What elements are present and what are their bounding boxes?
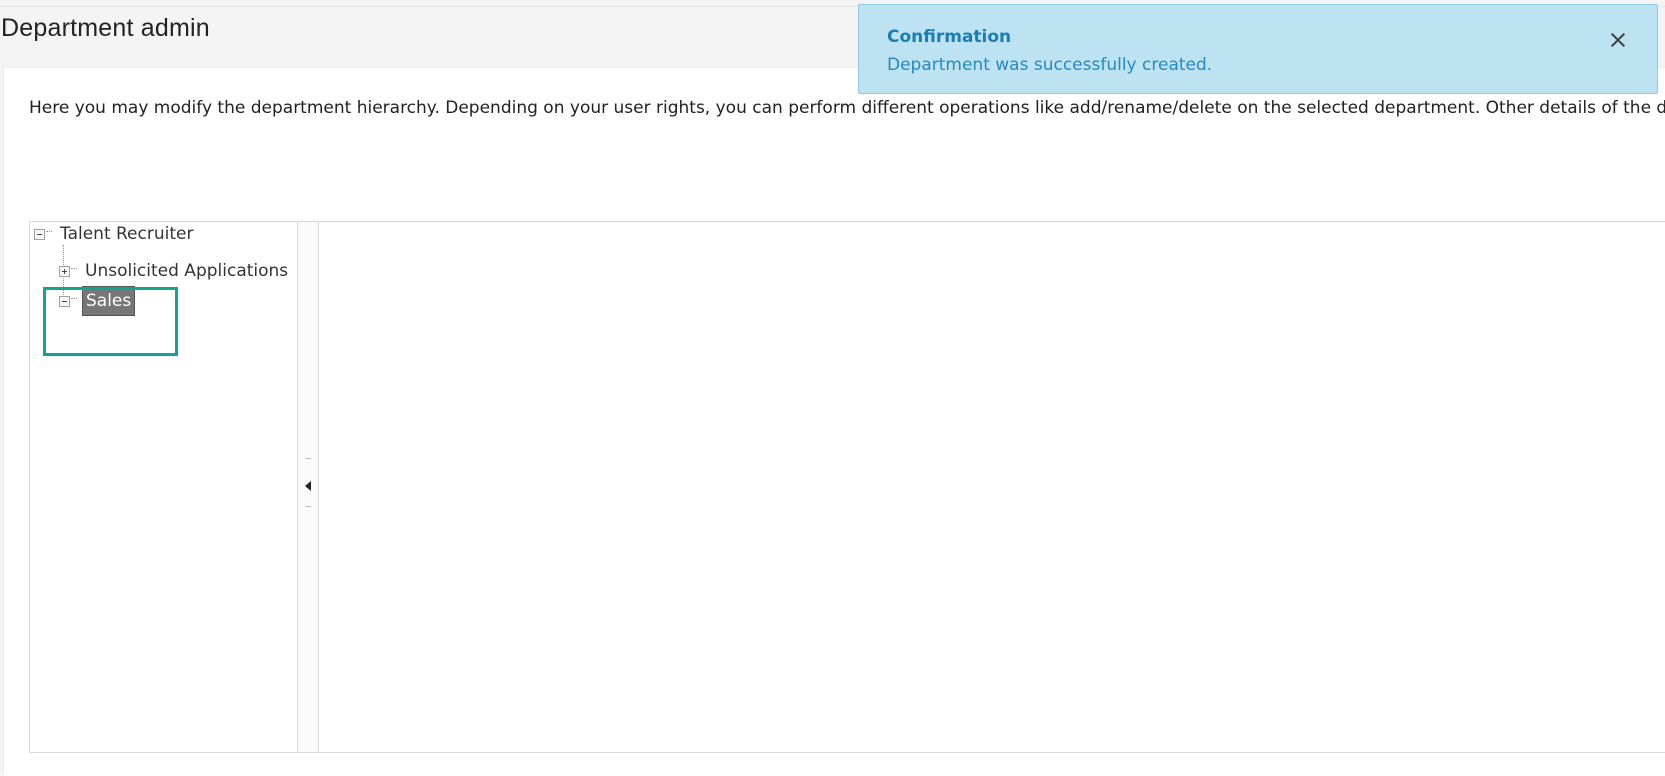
splitter-grip [306, 458, 311, 459]
splitter-grip [306, 506, 311, 507]
tree-node-talent-recruiter: Talent Recruiter [34, 222, 196, 246]
tree-node-label[interactable]: Talent Recruiter [57, 222, 196, 246]
tree-node-unsolicited-applications: Unsolicited Applications [59, 259, 291, 283]
minus-square-icon[interactable] [59, 295, 70, 307]
tree-dots [71, 297, 77, 299]
triangle-left-icon[interactable] [305, 481, 311, 491]
minus-square-icon[interactable] [34, 228, 45, 240]
page-title: Department admin [1, 14, 210, 42]
page-description: Here you may modify the department hiera… [29, 98, 1665, 118]
notification-message: Department was successfully created. [887, 55, 1213, 75]
close-icon[interactable] [1607, 29, 1629, 51]
tree-node-sales: Sales [59, 286, 136, 316]
department-tree: Talent Recruiter Unsolicited Application… [30, 222, 297, 752]
splitter-bar[interactable] [297, 222, 319, 752]
department-splitter: Talent Recruiter Unsolicited Application… [29, 221, 1665, 753]
notification-title: Confirmation [887, 27, 1012, 47]
tree-node-label[interactable]: Unsolicited Applications [82, 259, 291, 283]
department-detail-pane [319, 222, 1665, 752]
confirmation-notification: Confirmation Department was successfully… [858, 4, 1658, 94]
tree-dots [46, 230, 52, 232]
tree-dots [71, 267, 77, 269]
plus-square-icon[interactable] [59, 265, 70, 277]
tree-node-label-selected[interactable]: Sales [82, 286, 136, 316]
